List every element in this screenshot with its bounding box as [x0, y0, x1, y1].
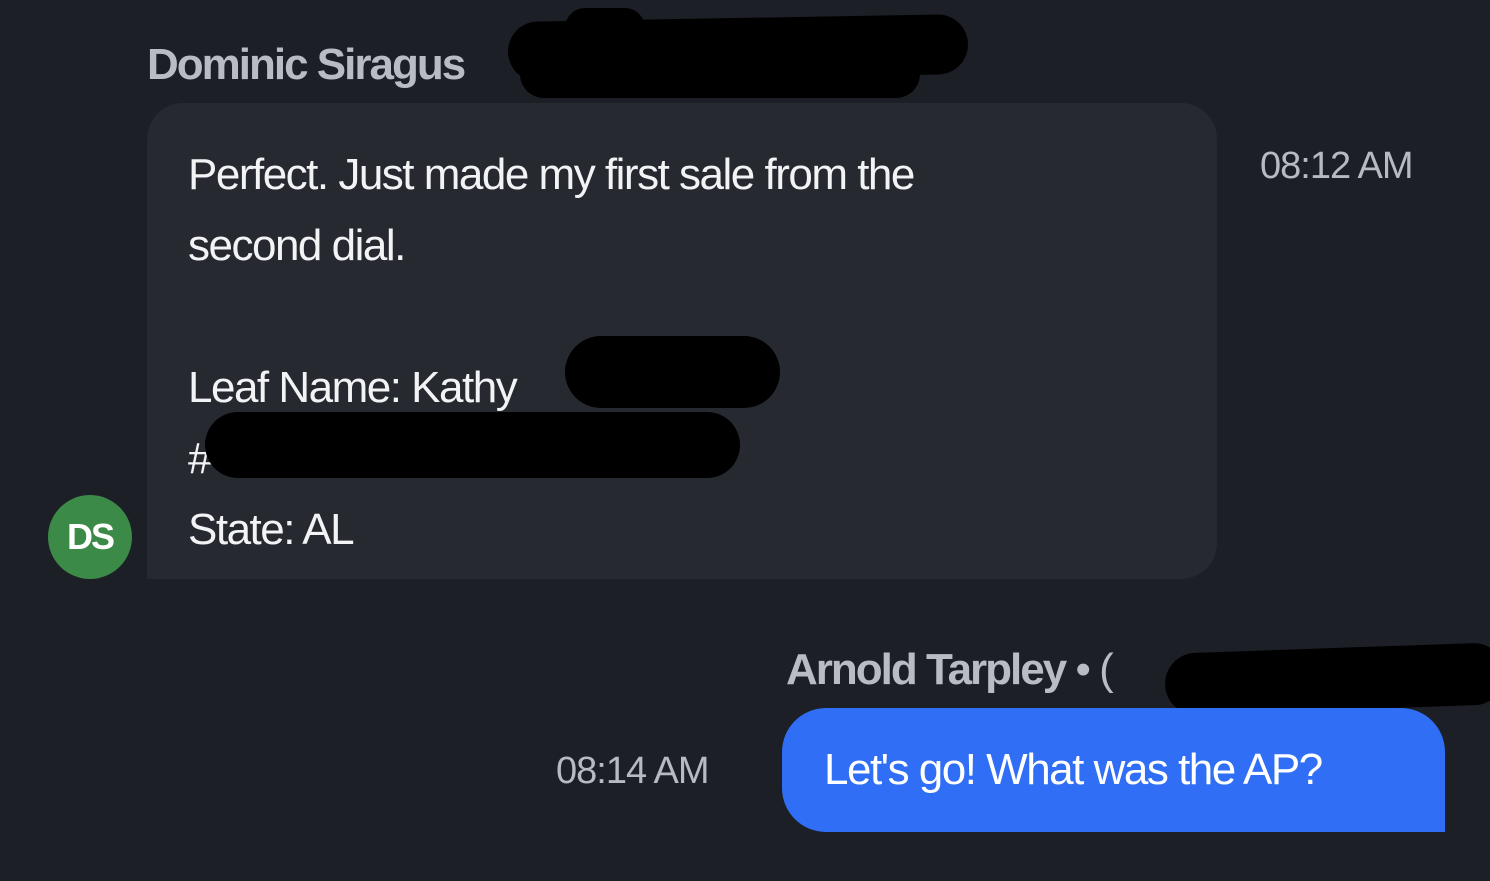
redaction-mark [1164, 642, 1490, 716]
sender-separator: • ( [1065, 645, 1113, 694]
sender-name-text: Arnold Tarpley [786, 645, 1067, 694]
avatar-initials: DS [66, 516, 115, 557]
redaction-mark [205, 412, 740, 478]
message-line: State: AL [188, 505, 355, 554]
message-text: Let's go! What was the AP? [824, 745, 1323, 794]
redaction-mark [565, 336, 780, 408]
avatar[interactable]: DS [48, 495, 132, 579]
message-line: second dial. [188, 221, 406, 270]
sender-name-incoming: Dominic Siragus [147, 40, 466, 90]
sender-name-outgoing: Arnold Tarpley • ( [786, 645, 1114, 695]
sender-name-text: Dominic Siragus [147, 40, 466, 89]
message-timestamp: 08:14 AM [556, 750, 710, 792]
message-bubble-outgoing[interactable]: Let's go! What was the AP? [782, 708, 1445, 832]
redaction-mark [565, 8, 645, 48]
message-timestamp: 08:12 AM [1260, 145, 1414, 187]
redaction-mark [520, 50, 920, 98]
message-line: Perfect. Just made my first sale from th… [188, 150, 915, 199]
